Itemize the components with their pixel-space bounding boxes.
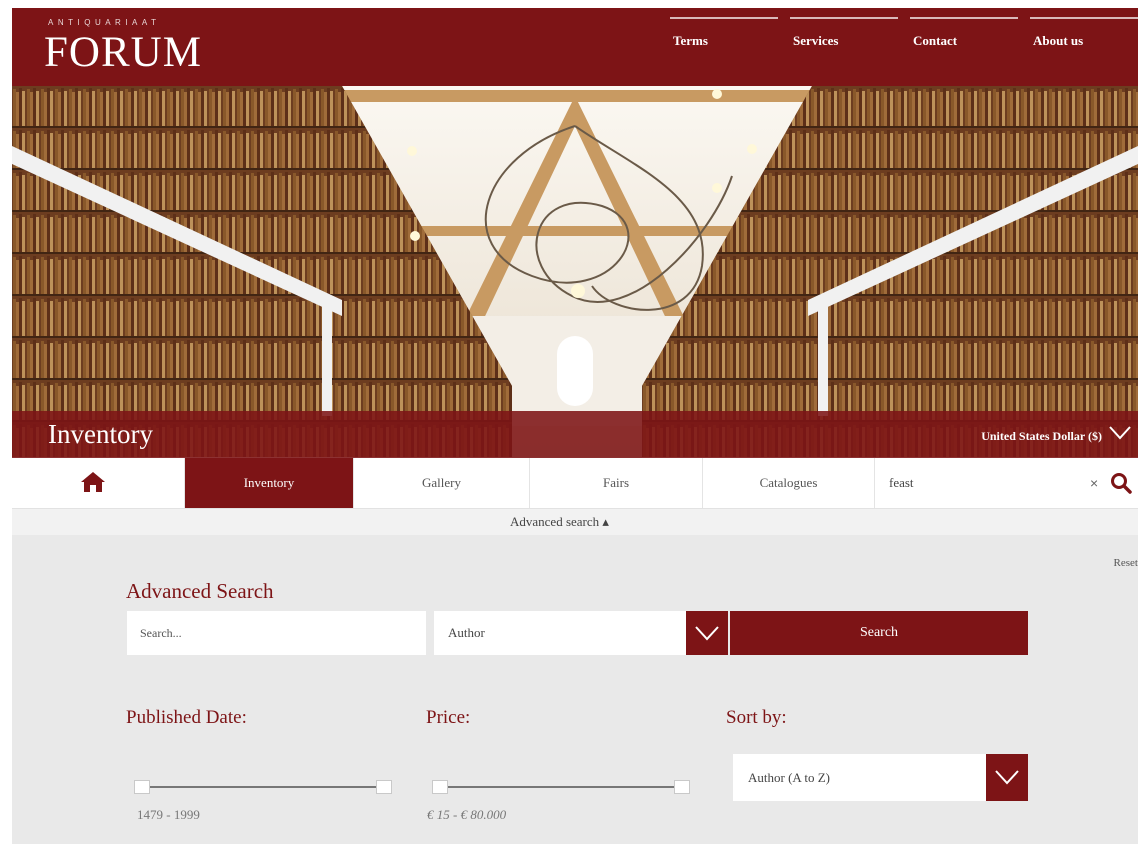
chevron-down-icon[interactable] (1108, 424, 1132, 442)
published-date-label: Published Date: (126, 707, 247, 728)
logo-subtitle: ANTIQUARIAAT (48, 18, 161, 27)
reset-link[interactable]: Reset (1114, 557, 1138, 569)
tab-gallery[interactable]: Gallery (354, 458, 530, 508)
sort-by-label: Sort by: (726, 707, 787, 728)
nav-contact[interactable]: Contact (910, 17, 1018, 57)
slider-track (142, 786, 384, 788)
advanced-search-toggle[interactable]: Advanced search ▴ (510, 514, 609, 530)
price-min-handle[interactable] (432, 780, 448, 794)
price-slider[interactable] (432, 780, 690, 794)
hero-image (12, 86, 1138, 457)
nav-terms[interactable]: Terms (670, 17, 778, 57)
inventory-bar: Inventory United States Dollar ($) (12, 411, 1138, 458)
tab-inventory[interactable]: Inventory (185, 458, 354, 508)
tab-home[interactable] (12, 458, 185, 508)
advanced-search-title: Advanced Search (126, 579, 274, 603)
tab-fairs[interactable]: Fairs (530, 458, 703, 508)
chevron-down-icon (995, 770, 1019, 785)
tab-catalogues[interactable]: Catalogues (703, 458, 875, 508)
nav-services[interactable]: Services (790, 17, 898, 57)
published-date-slider[interactable] (134, 780, 392, 794)
date-max-handle[interactable] (376, 780, 392, 794)
advanced-search-input[interactable]: Search... (127, 611, 426, 655)
search-input[interactable]: feast (875, 458, 1138, 508)
home-icon[interactable] (80, 471, 106, 493)
advanced-search-panel: Reset Advanced Search Search... Author S… (12, 535, 1138, 844)
site-header: ANTIQUARIAAT FORUM Terms Services Contac… (12, 8, 1138, 86)
nav-about-us[interactable]: About us (1030, 17, 1138, 57)
price-label: Price: (426, 707, 471, 728)
logo[interactable]: FORUM (44, 28, 202, 77)
sort-by-select[interactable]: Author (A to Z) (733, 754, 986, 801)
chevron-down-icon (695, 626, 719, 641)
main-tabs: Inventory Gallery Fairs Catalogues feast… (12, 458, 1138, 509)
advanced-toggle-row: Advanced search ▴ (12, 509, 1138, 535)
date-min-handle[interactable] (134, 780, 150, 794)
page-title: Inventory (48, 419, 153, 449)
currency-selector[interactable]: United States Dollar ($) (981, 429, 1102, 444)
sort-dropdown-button[interactable] (986, 754, 1028, 801)
close-icon[interactable]: × (1090, 475, 1098, 491)
search-field-dropdown-button[interactable] (686, 611, 728, 655)
slider-track (440, 786, 682, 788)
date-range-value: 1479 - 1999 (137, 807, 200, 822)
search-button[interactable]: Search (730, 611, 1028, 655)
search-field-select[interactable]: Author (434, 611, 686, 655)
price-range-value: € 15 - € 80.000 (427, 807, 507, 822)
price-max-handle[interactable] (674, 780, 690, 794)
library-illustration (12, 86, 1138, 457)
search-icon[interactable] (1110, 472, 1132, 494)
